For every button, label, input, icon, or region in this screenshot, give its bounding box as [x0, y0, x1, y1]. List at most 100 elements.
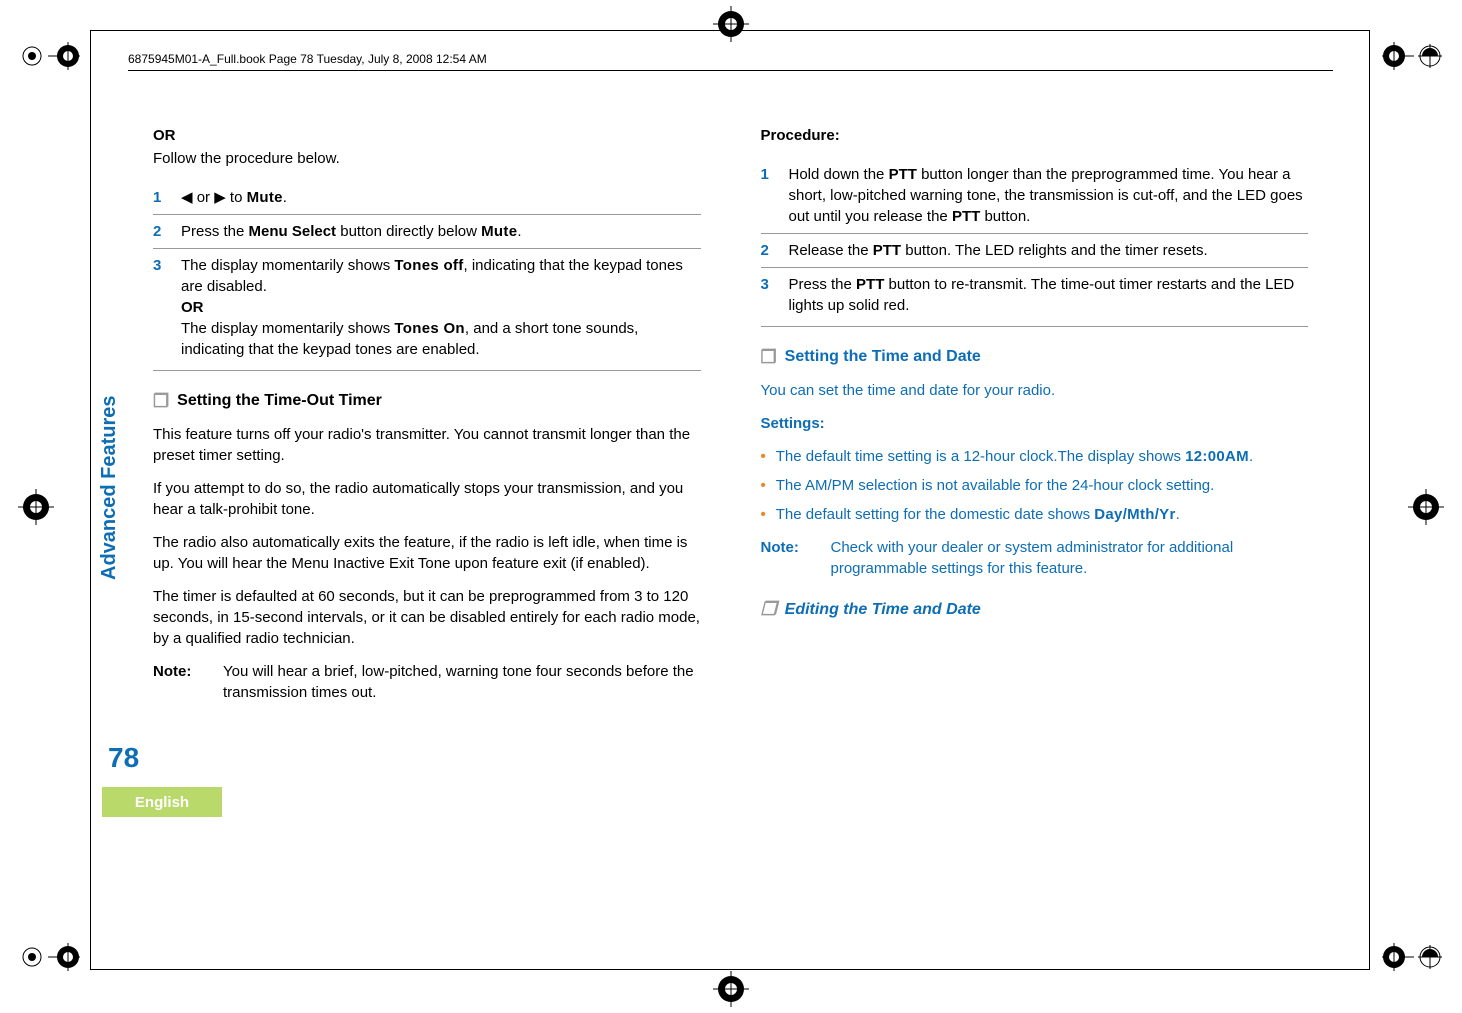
step-body: Release the PTT button. The LED relights… — [789, 240, 1309, 261]
bullet-list: • The default time setting is a 12-hour … — [761, 446, 1309, 525]
b3-pre: The default setting for the domestic dat… — [776, 506, 1095, 523]
timeout-para3: The radio also automatically exits the f… — [153, 532, 701, 574]
ptt: PTT — [873, 242, 901, 259]
right-column: Procedure: 1 Hold down the PTT button lo… — [761, 125, 1309, 703]
crop-mark-bl — [20, 941, 80, 973]
sidebar-section-label: Advanced Features — [98, 395, 121, 580]
or-inline: OR — [181, 299, 204, 316]
document-icon: ❐ — [761, 345, 777, 370]
settings-label: Settings: — [761, 413, 1309, 434]
register-left — [18, 489, 54, 525]
bullet-body: The default setting for the domestic dat… — [776, 504, 1180, 525]
document-icon: ❐ — [153, 389, 169, 414]
register-top — [713, 6, 749, 42]
tones-on: Tones On — [394, 320, 464, 337]
menu-select: Menu Select — [249, 223, 337, 240]
date-format: Day/Mth/Yr — [1094, 506, 1175, 523]
step-body: Press the Menu Select button directly be… — [181, 221, 701, 242]
time-default: 12:00AM — [1185, 448, 1249, 465]
step-divider — [761, 326, 1309, 327]
bullet-body: The AM/PM selection is not available for… — [776, 475, 1215, 496]
content-columns: OR Follow the procedure below. 1 ◀ or ▶ … — [153, 125, 1308, 703]
note-row: Note: You will hear a brief, low-pitched… — [153, 661, 701, 703]
arrow-icon: ◀ or ▶ to — [181, 189, 247, 206]
step-num: 3 — [761, 274, 779, 316]
crop-mark-tl — [20, 40, 80, 72]
b3-post: . — [1176, 506, 1180, 523]
note-row-blue: Note: Check with your dealer or system a… — [761, 537, 1309, 579]
rstep-2: 2 Release the PTT button. The LED religh… — [761, 233, 1309, 267]
register-bottom — [713, 971, 749, 1007]
bullet-dot-icon: • — [761, 475, 766, 496]
tones-off: Tones off — [394, 257, 463, 274]
ptt: PTT — [889, 166, 917, 183]
header-rule — [128, 70, 1333, 71]
step-line2-pre: The display momentarily shows — [181, 320, 394, 337]
bullet-dot-icon: • — [761, 446, 766, 467]
document-icon: ❐ — [761, 597, 777, 622]
step-body: ◀ or ▶ to Mute. — [181, 187, 701, 208]
ptt: PTT — [952, 208, 980, 225]
ptt: PTT — [856, 276, 884, 293]
pre: Hold down the — [789, 166, 889, 183]
right-step-list: 1 Hold down the PTT button longer than t… — [761, 158, 1309, 327]
bullet-1: • The default time setting is a 12-hour … — [761, 446, 1309, 467]
step-post: . — [283, 189, 287, 206]
step-body: Hold down the PTT button longer than the… — [789, 164, 1309, 227]
b1-pre: The default time setting is a 12-hour cl… — [776, 448, 1185, 465]
step-mid: button directly below — [336, 223, 481, 240]
rstep-3: 3 Press the PTT button to re-transmit. T… — [761, 267, 1309, 322]
section-title: Setting the Time-Out Timer — [177, 390, 382, 412]
procedure-label: Procedure: — [761, 125, 1309, 146]
step-pre: Press the — [181, 223, 249, 240]
section-datetime: ❐ Setting the Time and Date — [761, 345, 1309, 370]
page-number: 78 — [108, 742, 139, 774]
timeout-para4: The timer is defaulted at 60 seconds, bu… — [153, 586, 701, 649]
step-2: 2 Press the Menu Select button directly … — [153, 214, 701, 248]
note-text: You will hear a brief, low-pitched, warn… — [223, 661, 701, 703]
subsection-title: Editing the Time and Date — [785, 599, 981, 621]
section-title: Setting the Time and Date — [785, 346, 981, 368]
step-pre: The display momentarily shows — [181, 257, 394, 274]
header-meta: 6875945M01-A_Full.book Page 78 Tuesday, … — [128, 52, 487, 66]
step-num: 1 — [761, 164, 779, 227]
crop-mark-br — [1382, 941, 1442, 973]
step-num: 2 — [761, 240, 779, 261]
left-step-list: 1 ◀ or ▶ to Mute. 2 Press the Menu Selec… — [153, 181, 701, 371]
mute-label: Mute — [247, 189, 283, 206]
bullet-body: The default time setting is a 12-hour cl… — [776, 446, 1253, 467]
crop-mark-tr — [1382, 40, 1442, 72]
step-body: The display momentarily shows Tones off,… — [181, 255, 701, 360]
bullet-3: • The default setting for the domestic d… — [761, 504, 1309, 525]
pre: Release the — [789, 242, 873, 259]
note-text: Check with your dealer or system adminis… — [831, 537, 1309, 579]
language-tab: English — [102, 787, 222, 817]
timeout-para2: If you attempt to do so, the radio autom… — [153, 478, 701, 520]
follow-text: Follow the procedure below. — [153, 148, 701, 169]
step-post: . — [517, 223, 521, 240]
step-divider — [153, 370, 701, 371]
bullet-2: • The AM/PM selection is not available f… — [761, 475, 1309, 496]
register-right — [1408, 489, 1444, 525]
rstep-1: 1 Hold down the PTT button longer than t… — [761, 158, 1309, 233]
b1-post: . — [1249, 448, 1253, 465]
step-num: 2 — [153, 221, 171, 242]
timeout-para1: This feature turns off your radio's tran… — [153, 424, 701, 466]
post: button. — [980, 208, 1030, 225]
post: button. The LED relights and the timer r… — [901, 242, 1208, 259]
mute-label: Mute — [481, 223, 517, 240]
step-num: 3 — [153, 255, 171, 360]
datetime-intro: You can set the time and date for your r… — [761, 380, 1309, 401]
step-body: Press the PTT button to re-transmit. The… — [789, 274, 1309, 316]
subsection-edit-datetime: ❐ Editing the Time and Date — [761, 597, 1309, 622]
bullet-dot-icon: • — [761, 504, 766, 525]
left-column: OR Follow the procedure below. 1 ◀ or ▶ … — [153, 125, 701, 703]
or-label: OR — [153, 125, 701, 146]
note-label: Note: — [153, 661, 205, 703]
step-num: 1 — [153, 187, 171, 208]
step-3: 3 The display momentarily shows Tones of… — [153, 248, 701, 366]
step-1: 1 ◀ or ▶ to Mute. — [153, 181, 701, 214]
pre: Press the — [789, 276, 857, 293]
note-label: Note: — [761, 537, 813, 579]
section-timeout: ❐ Setting the Time-Out Timer — [153, 389, 701, 414]
